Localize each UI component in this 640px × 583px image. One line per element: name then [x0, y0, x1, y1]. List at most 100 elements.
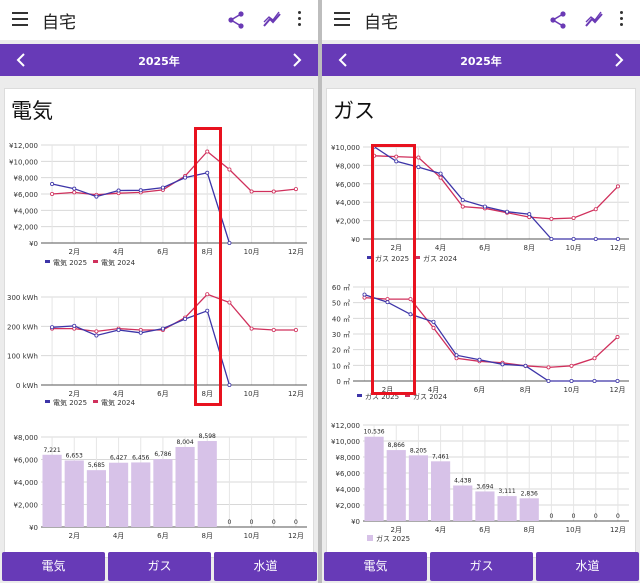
bar-value-label: 10,536 [364, 429, 385, 436]
menu-icon[interactable] [12, 12, 28, 26]
y-tick-label: ¥6,000 [336, 181, 361, 189]
x-tick-label: 12月 [610, 244, 626, 252]
x-tick-label: 12月 [288, 390, 304, 398]
bar [364, 436, 384, 521]
legend-swatch [45, 400, 50, 403]
data-point [592, 356, 597, 361]
y-tick-label: 10 ㎥ [332, 361, 350, 370]
bar [497, 496, 517, 521]
chart-card: 電気 ¥0 ¥2,000 ¥4,000 ¥6,000 ¥8,000 ¥10,000 ¥12,… [4, 88, 314, 558]
share-icon[interactable] [226, 10, 246, 30]
more-vert-icon[interactable] [296, 11, 302, 29]
tab-electric[interactable]: 電気 [2, 552, 105, 581]
data-point [416, 155, 421, 160]
x-tick-label: 8月 [202, 532, 213, 540]
data-point [500, 362, 505, 367]
bar-value-label: 7,461 [432, 453, 449, 460]
data-point [460, 204, 465, 209]
bar [453, 485, 473, 521]
x-tick-label: 6月 [479, 526, 490, 534]
tab-gas[interactable]: ガス [108, 552, 211, 581]
data-point [94, 333, 99, 338]
x-tick-label: 12月 [288, 532, 304, 540]
menu-icon[interactable] [334, 12, 350, 26]
bar [153, 459, 173, 527]
app-bar: 自宅 [0, 0, 318, 40]
data-point [593, 237, 598, 242]
bar-value-label: 7,221 [43, 447, 60, 454]
bar-value-label: 8,205 [410, 447, 427, 454]
data-point [571, 215, 576, 220]
data-point [72, 186, 77, 191]
legend-label: 電気 2024 [101, 398, 136, 407]
data-point [271, 189, 276, 194]
data-point [271, 328, 276, 333]
data-point [460, 198, 465, 203]
data-point [527, 212, 532, 217]
x-tick-label: 6月 [479, 244, 490, 252]
x-tick-label: 6月 [157, 390, 168, 398]
more-vert-icon[interactable] [618, 11, 624, 29]
bar-value-label: 0 [228, 519, 232, 526]
data-point [505, 209, 510, 214]
bar-value-label: 6,786 [154, 451, 171, 458]
data-point [293, 187, 298, 192]
bar-value-label: 0 [550, 513, 554, 520]
y-tick-label: ¥8,000 [336, 454, 361, 462]
data-point [116, 328, 121, 333]
chevron-right-icon[interactable] [290, 52, 304, 68]
tab-bar: 電気 ガス 水道 [0, 552, 318, 583]
legend-label: 電気 2024 [101, 258, 136, 267]
tab-water[interactable]: 水道 [214, 552, 317, 581]
y-tick-label: ¥8,000 [14, 175, 39, 183]
data-point [438, 171, 443, 176]
bar [64, 460, 84, 527]
bar [109, 462, 129, 527]
share-icon[interactable] [548, 10, 568, 30]
bar [475, 491, 495, 521]
data-point [615, 184, 620, 189]
y-tick-label: ¥6,000 [14, 191, 39, 199]
bar-value-label: 0 [616, 513, 620, 520]
data-point [293, 328, 298, 333]
legend-label: ガス 2025 [376, 534, 410, 543]
legend-label: ガス 2024 [423, 254, 458, 263]
data-point [227, 300, 232, 305]
tab-electric[interactable]: 電気 [324, 552, 427, 581]
y-tick-label: ¥4,000 [336, 199, 361, 207]
x-tick-label: 10月 [566, 244, 582, 252]
data-point [523, 363, 528, 368]
data-point [571, 237, 576, 242]
y-tick-label: ¥10,000 [9, 158, 38, 166]
data-point [431, 325, 436, 330]
bar [86, 470, 106, 527]
y-tick-label: ¥12,000 [9, 142, 38, 150]
data-point [116, 188, 121, 193]
legend-swatch [367, 535, 373, 541]
y-tick-label: ¥2,000 [336, 502, 361, 510]
x-tick-label: 2月 [69, 390, 80, 398]
trend-icon[interactable] [262, 10, 282, 30]
legend-label: ガス 2024 [413, 392, 448, 401]
data-point [94, 329, 99, 334]
x-tick-label: 4月 [435, 526, 446, 534]
tab-water[interactable]: 水道 [536, 552, 639, 581]
chevron-right-icon[interactable] [612, 52, 626, 68]
trend-icon[interactable] [584, 10, 604, 30]
electric-cost-chart: ¥0 ¥2,000 ¥4,000 ¥6,000 ¥8,000 ¥10,000 ¥12,000… [9, 142, 307, 267]
data-point [482, 204, 487, 209]
bar [131, 462, 151, 527]
data-point [593, 207, 598, 212]
x-tick-label: 8月 [520, 386, 531, 394]
data-point [546, 365, 551, 370]
bar-value-label: 8,004 [176, 439, 193, 446]
y-tick-label: 50 ㎥ [332, 299, 350, 308]
data-point [72, 323, 77, 328]
x-tick-label: 4月 [113, 248, 124, 256]
data-point [431, 319, 436, 324]
legend-swatch [93, 260, 98, 263]
tab-gas[interactable]: ガス [430, 552, 533, 581]
app-bar: 自宅 [322, 0, 640, 40]
y-tick-label: 200 kWh [7, 323, 38, 331]
bar-value-label: 0 [250, 519, 254, 526]
